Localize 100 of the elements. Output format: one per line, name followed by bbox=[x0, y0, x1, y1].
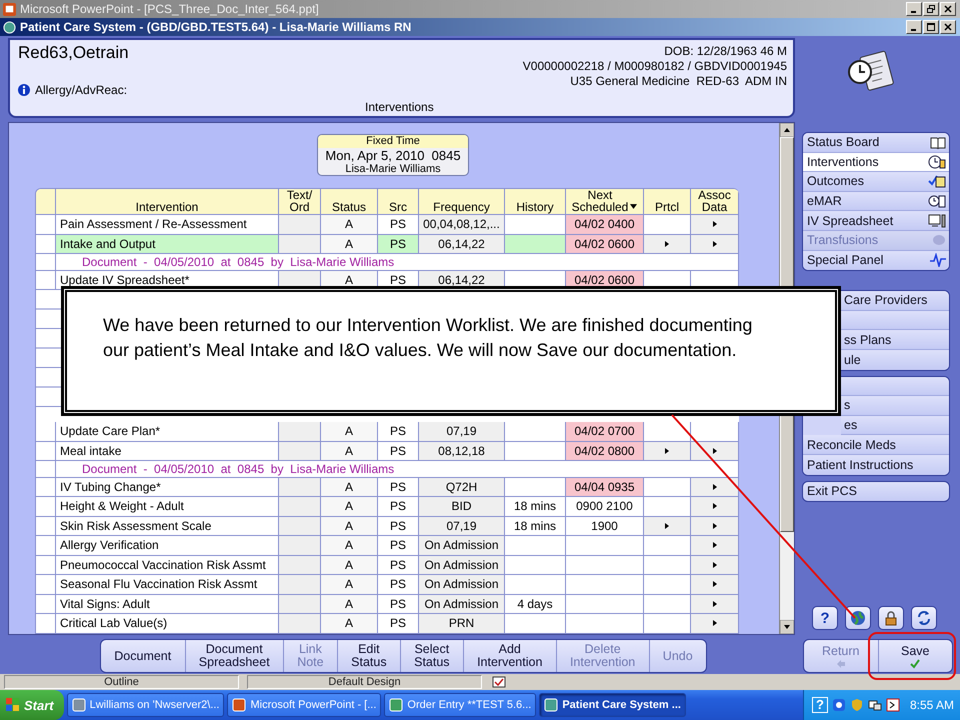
hand-icon[interactable] bbox=[832, 698, 846, 712]
sidebar-item[interactable]: IV Spreadsheet bbox=[803, 211, 949, 231]
table-cell[interactable] bbox=[644, 442, 691, 461]
sidebar-item[interactable] bbox=[841, 376, 949, 396]
refresh-icon bbox=[916, 610, 932, 626]
table-cell[interactable] bbox=[644, 575, 691, 594]
restore-button[interactable] bbox=[923, 2, 939, 16]
sidebar-item[interactable]: Patient Instructions bbox=[803, 454, 949, 474]
table-cell[interactable] bbox=[644, 614, 691, 634]
row-header[interactable] bbox=[36, 614, 56, 634]
minimize-button[interactable] bbox=[906, 20, 922, 34]
sidebar-item[interactable]: Outcomes bbox=[803, 172, 949, 192]
toolbar-button[interactable]: Document bbox=[101, 640, 186, 672]
minimize-button[interactable] bbox=[906, 2, 922, 16]
table-cell[interactable] bbox=[644, 556, 691, 575]
taskbar-button[interactable]: Order Entry **TEST 5.6... bbox=[384, 693, 536, 717]
refresh-button[interactable] bbox=[911, 606, 937, 630]
globe-button[interactable] bbox=[845, 606, 871, 630]
column-header[interactable]: Prtcl bbox=[644, 189, 691, 215]
table-cell[interactable] bbox=[644, 215, 691, 234]
table-cell[interactable] bbox=[644, 594, 691, 614]
row-header[interactable] bbox=[36, 461, 56, 478]
column-header[interactable]: History bbox=[505, 189, 566, 215]
maximize-button[interactable] bbox=[923, 20, 939, 34]
table-cell[interactable] bbox=[644, 536, 691, 556]
network-icon[interactable] bbox=[868, 698, 882, 712]
table-cell[interactable] bbox=[691, 594, 739, 614]
row-header[interactable] bbox=[36, 254, 56, 270]
row-header[interactable] bbox=[36, 536, 56, 556]
info-icon bbox=[18, 84, 30, 96]
table-cell[interactable] bbox=[691, 575, 739, 594]
arrow-icon bbox=[712, 448, 716, 454]
table-cell[interactable] bbox=[644, 497, 691, 516]
table-cell[interactable] bbox=[691, 422, 739, 442]
toolbar-button[interactable]: Add Intervention bbox=[464, 640, 557, 672]
sidebar-item[interactable]: Special Panel bbox=[803, 250, 949, 270]
table-cell[interactable] bbox=[691, 556, 739, 575]
table-cell[interactable] bbox=[644, 234, 691, 254]
row-header[interactable] bbox=[36, 215, 56, 234]
row-header[interactable] bbox=[36, 516, 56, 536]
row-header[interactable] bbox=[36, 422, 56, 442]
row-header[interactable] bbox=[36, 594, 56, 614]
table-cell[interactable] bbox=[691, 234, 739, 254]
sidebar-item[interactable]: es bbox=[841, 416, 949, 436]
column-header[interactable]: Src bbox=[378, 189, 419, 215]
row-header[interactable] bbox=[36, 270, 56, 290]
row-header[interactable] bbox=[36, 556, 56, 575]
taskbar-button[interactable]: Microsoft PowerPoint - [... bbox=[227, 693, 382, 717]
sidebar-item[interactable]: Care Providers bbox=[841, 291, 949, 311]
table-cell: 08,12,18 bbox=[419, 442, 505, 461]
row-header[interactable] bbox=[36, 497, 56, 516]
row-header[interactable] bbox=[36, 575, 56, 594]
toolbar-button[interactable]: Edit Status bbox=[338, 640, 401, 672]
table-cell[interactable] bbox=[691, 478, 739, 497]
table-cell: Critical Lab Value(s) bbox=[56, 614, 279, 634]
taskbar-button[interactable]: Patient Care System ... bbox=[539, 693, 686, 717]
help-button[interactable]: ? bbox=[812, 606, 838, 630]
document-entry[interactable]: Document - 04/05/2010 at 0845 by Lisa-Marie Williams bbox=[82, 462, 394, 476]
column-header[interactable]: Frequency bbox=[419, 189, 505, 215]
sidebar-item[interactable]: Status Board bbox=[803, 133, 949, 153]
toolbar-button[interactable]: Select Status bbox=[400, 640, 464, 672]
prompt-icon[interactable] bbox=[886, 698, 900, 712]
table-cell[interactable] bbox=[691, 614, 739, 634]
table-cell[interactable] bbox=[691, 516, 739, 536]
document-entry[interactable]: Document - 04/05/2010 at 0845 by Lisa-Marie Williams bbox=[82, 254, 394, 269]
close-button[interactable] bbox=[940, 20, 956, 34]
column-header[interactable]: Text/ Ord bbox=[279, 189, 321, 215]
close-button[interactable] bbox=[940, 2, 956, 16]
sidebar-item[interactable]: Reconcile Meds bbox=[803, 435, 949, 455]
row-header[interactable] bbox=[36, 478, 56, 497]
section-title: Interventions bbox=[365, 100, 434, 114]
row-header[interactable] bbox=[36, 234, 56, 254]
sidebar-item[interactable]: s bbox=[841, 396, 949, 416]
table-cell: 07,19 bbox=[419, 516, 505, 536]
table-cell[interactable] bbox=[644, 422, 691, 442]
table-cell bbox=[279, 594, 321, 614]
column-header[interactable]: Intervention bbox=[56, 189, 279, 215]
table-cell bbox=[505, 556, 566, 575]
toolbar-button[interactable]: Document Spreadsheet bbox=[186, 640, 284, 672]
sidebar-item[interactable]: ss Plans bbox=[841, 330, 949, 350]
table-cell[interactable] bbox=[644, 478, 691, 497]
lock-button[interactable] bbox=[878, 606, 904, 630]
arrow-icon bbox=[712, 522, 716, 529]
table-cell[interactable] bbox=[691, 497, 739, 516]
sidebar-item[interactable]: eMAR bbox=[803, 192, 949, 212]
table-cell[interactable] bbox=[691, 215, 739, 234]
save-button[interactable]: Save bbox=[878, 640, 952, 672]
scroll-up-icon[interactable] bbox=[780, 123, 794, 137]
taskbar-button[interactable]: Lwilliams on 'Nwserver2\... bbox=[66, 693, 224, 717]
column-header[interactable]: Next Scheduled bbox=[566, 189, 644, 215]
column-header[interactable]: Assoc Data bbox=[691, 189, 739, 215]
id-text: V00000002218 / M000980182 / GBDVID0001945 bbox=[522, 59, 787, 74]
sidebar-item[interactable]: Exit PCS bbox=[803, 482, 949, 502]
row-header[interactable] bbox=[36, 442, 56, 461]
column-header[interactable]: Status bbox=[321, 189, 378, 215]
table-cell[interactable] bbox=[691, 536, 739, 556]
scroll-down-icon[interactable] bbox=[780, 620, 794, 634]
sidebar-item[interactable]: Interventions bbox=[803, 152, 949, 172]
table-cell[interactable] bbox=[644, 516, 691, 536]
sidebar-item[interactable]: ule bbox=[841, 350, 949, 370]
